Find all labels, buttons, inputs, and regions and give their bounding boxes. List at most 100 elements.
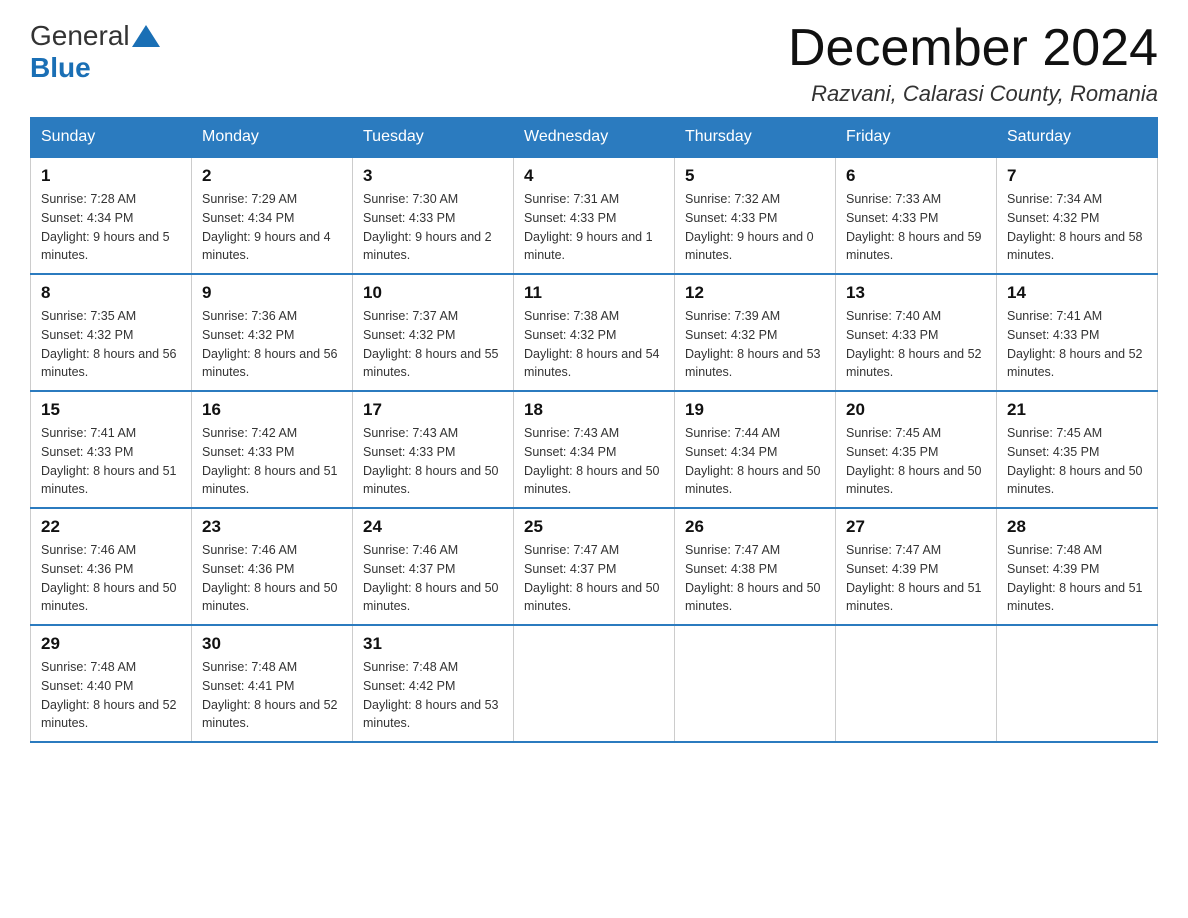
- day-info: Sunrise: 7:40 AMSunset: 4:33 PMDaylight:…: [846, 307, 986, 382]
- month-title: December 2024: [788, 20, 1158, 77]
- day-info: Sunrise: 7:29 AMSunset: 4:34 PMDaylight:…: [202, 190, 342, 265]
- calendar-cell: 19 Sunrise: 7:44 AMSunset: 4:34 PMDaylig…: [675, 391, 836, 508]
- col-header-thursday: Thursday: [675, 118, 836, 158]
- week-row-4: 22 Sunrise: 7:46 AMSunset: 4:36 PMDaylig…: [31, 508, 1158, 625]
- day-number: 22: [41, 517, 181, 537]
- day-info: Sunrise: 7:30 AMSunset: 4:33 PMDaylight:…: [363, 190, 503, 265]
- day-info: Sunrise: 7:42 AMSunset: 4:33 PMDaylight:…: [202, 424, 342, 499]
- calendar-cell: 30 Sunrise: 7:48 AMSunset: 4:41 PMDaylig…: [192, 625, 353, 742]
- day-number: 29: [41, 634, 181, 654]
- day-number: 30: [202, 634, 342, 654]
- calendar-cell: 6 Sunrise: 7:33 AMSunset: 4:33 PMDayligh…: [836, 157, 997, 274]
- day-info: Sunrise: 7:32 AMSunset: 4:33 PMDaylight:…: [685, 190, 825, 265]
- calendar-cell: 2 Sunrise: 7:29 AMSunset: 4:34 PMDayligh…: [192, 157, 353, 274]
- day-number: 21: [1007, 400, 1147, 420]
- calendar-cell: 8 Sunrise: 7:35 AMSunset: 4:32 PMDayligh…: [31, 274, 192, 391]
- day-number: 31: [363, 634, 503, 654]
- calendar-cell: [675, 625, 836, 742]
- calendar-cell: 10 Sunrise: 7:37 AMSunset: 4:32 PMDaylig…: [353, 274, 514, 391]
- day-number: 12: [685, 283, 825, 303]
- week-row-3: 15 Sunrise: 7:41 AMSunset: 4:33 PMDaylig…: [31, 391, 1158, 508]
- title-block: December 2024 Razvani, Calarasi County, …: [788, 20, 1158, 107]
- calendar-cell: 11 Sunrise: 7:38 AMSunset: 4:32 PMDaylig…: [514, 274, 675, 391]
- day-info: Sunrise: 7:48 AMSunset: 4:40 PMDaylight:…: [41, 658, 181, 733]
- calendar-cell: [997, 625, 1158, 742]
- day-number: 13: [846, 283, 986, 303]
- day-number: 19: [685, 400, 825, 420]
- day-info: Sunrise: 7:37 AMSunset: 4:32 PMDaylight:…: [363, 307, 503, 382]
- day-info: Sunrise: 7:38 AMSunset: 4:32 PMDaylight:…: [524, 307, 664, 382]
- day-number: 7: [1007, 166, 1147, 186]
- day-info: Sunrise: 7:44 AMSunset: 4:34 PMDaylight:…: [685, 424, 825, 499]
- day-number: 24: [363, 517, 503, 537]
- day-number: 18: [524, 400, 664, 420]
- calendar-cell: 21 Sunrise: 7:45 AMSunset: 4:35 PMDaylig…: [997, 391, 1158, 508]
- day-number: 25: [524, 517, 664, 537]
- calendar-cell: 27 Sunrise: 7:47 AMSunset: 4:39 PMDaylig…: [836, 508, 997, 625]
- day-info: Sunrise: 7:45 AMSunset: 4:35 PMDaylight:…: [1007, 424, 1147, 499]
- calendar-cell: 13 Sunrise: 7:40 AMSunset: 4:33 PMDaylig…: [836, 274, 997, 391]
- calendar-cell: 25 Sunrise: 7:47 AMSunset: 4:37 PMDaylig…: [514, 508, 675, 625]
- calendar-cell: 26 Sunrise: 7:47 AMSunset: 4:38 PMDaylig…: [675, 508, 836, 625]
- col-header-monday: Monday: [192, 118, 353, 158]
- col-header-saturday: Saturday: [997, 118, 1158, 158]
- col-header-wednesday: Wednesday: [514, 118, 675, 158]
- calendar-cell: 31 Sunrise: 7:48 AMSunset: 4:42 PMDaylig…: [353, 625, 514, 742]
- calendar-cell: 28 Sunrise: 7:48 AMSunset: 4:39 PMDaylig…: [997, 508, 1158, 625]
- day-info: Sunrise: 7:45 AMSunset: 4:35 PMDaylight:…: [846, 424, 986, 499]
- logo-triangle-icon: [132, 25, 160, 47]
- day-info: Sunrise: 7:46 AMSunset: 4:37 PMDaylight:…: [363, 541, 503, 616]
- day-number: 14: [1007, 283, 1147, 303]
- day-number: 3: [363, 166, 503, 186]
- day-number: 5: [685, 166, 825, 186]
- day-number: 26: [685, 517, 825, 537]
- day-number: 15: [41, 400, 181, 420]
- week-row-2: 8 Sunrise: 7:35 AMSunset: 4:32 PMDayligh…: [31, 274, 1158, 391]
- page-header: General Blue December 2024 Razvani, Cala…: [30, 20, 1158, 107]
- day-info: Sunrise: 7:35 AMSunset: 4:32 PMDaylight:…: [41, 307, 181, 382]
- day-info: Sunrise: 7:41 AMSunset: 4:33 PMDaylight:…: [41, 424, 181, 499]
- calendar-cell: [514, 625, 675, 742]
- calendar-cell: [836, 625, 997, 742]
- col-header-tuesday: Tuesday: [353, 118, 514, 158]
- day-info: Sunrise: 7:48 AMSunset: 4:39 PMDaylight:…: [1007, 541, 1147, 616]
- day-info: Sunrise: 7:46 AMSunset: 4:36 PMDaylight:…: [202, 541, 342, 616]
- day-info: Sunrise: 7:33 AMSunset: 4:33 PMDaylight:…: [846, 190, 986, 265]
- location-text: Razvani, Calarasi County, Romania: [788, 81, 1158, 107]
- day-number: 2: [202, 166, 342, 186]
- day-number: 27: [846, 517, 986, 537]
- day-info: Sunrise: 7:41 AMSunset: 4:33 PMDaylight:…: [1007, 307, 1147, 382]
- calendar-cell: 4 Sunrise: 7:31 AMSunset: 4:33 PMDayligh…: [514, 157, 675, 274]
- calendar-header-row: SundayMondayTuesdayWednesdayThursdayFrid…: [31, 118, 1158, 158]
- calendar-cell: 12 Sunrise: 7:39 AMSunset: 4:32 PMDaylig…: [675, 274, 836, 391]
- calendar-cell: 29 Sunrise: 7:48 AMSunset: 4:40 PMDaylig…: [31, 625, 192, 742]
- day-info: Sunrise: 7:47 AMSunset: 4:38 PMDaylight:…: [685, 541, 825, 616]
- day-number: 17: [363, 400, 503, 420]
- day-info: Sunrise: 7:31 AMSunset: 4:33 PMDaylight:…: [524, 190, 664, 265]
- calendar-cell: 9 Sunrise: 7:36 AMSunset: 4:32 PMDayligh…: [192, 274, 353, 391]
- day-info: Sunrise: 7:43 AMSunset: 4:34 PMDaylight:…: [524, 424, 664, 499]
- day-number: 1: [41, 166, 181, 186]
- calendar-cell: 14 Sunrise: 7:41 AMSunset: 4:33 PMDaylig…: [997, 274, 1158, 391]
- calendar-cell: 24 Sunrise: 7:46 AMSunset: 4:37 PMDaylig…: [353, 508, 514, 625]
- day-info: Sunrise: 7:46 AMSunset: 4:36 PMDaylight:…: [41, 541, 181, 616]
- day-number: 20: [846, 400, 986, 420]
- week-row-1: 1 Sunrise: 7:28 AMSunset: 4:34 PMDayligh…: [31, 157, 1158, 274]
- day-info: Sunrise: 7:48 AMSunset: 4:42 PMDaylight:…: [363, 658, 503, 733]
- calendar-cell: 20 Sunrise: 7:45 AMSunset: 4:35 PMDaylig…: [836, 391, 997, 508]
- calendar-table: SundayMondayTuesdayWednesdayThursdayFrid…: [30, 117, 1158, 743]
- day-number: 4: [524, 166, 664, 186]
- calendar-cell: 16 Sunrise: 7:42 AMSunset: 4:33 PMDaylig…: [192, 391, 353, 508]
- day-number: 23: [202, 517, 342, 537]
- day-number: 8: [41, 283, 181, 303]
- calendar-cell: 22 Sunrise: 7:46 AMSunset: 4:36 PMDaylig…: [31, 508, 192, 625]
- day-number: 11: [524, 283, 664, 303]
- day-number: 10: [363, 283, 503, 303]
- day-info: Sunrise: 7:28 AMSunset: 4:34 PMDaylight:…: [41, 190, 181, 265]
- calendar-cell: 23 Sunrise: 7:46 AMSunset: 4:36 PMDaylig…: [192, 508, 353, 625]
- day-info: Sunrise: 7:47 AMSunset: 4:39 PMDaylight:…: [846, 541, 986, 616]
- day-info: Sunrise: 7:39 AMSunset: 4:32 PMDaylight:…: [685, 307, 825, 382]
- day-number: 9: [202, 283, 342, 303]
- calendar-cell: 15 Sunrise: 7:41 AMSunset: 4:33 PMDaylig…: [31, 391, 192, 508]
- col-header-sunday: Sunday: [31, 118, 192, 158]
